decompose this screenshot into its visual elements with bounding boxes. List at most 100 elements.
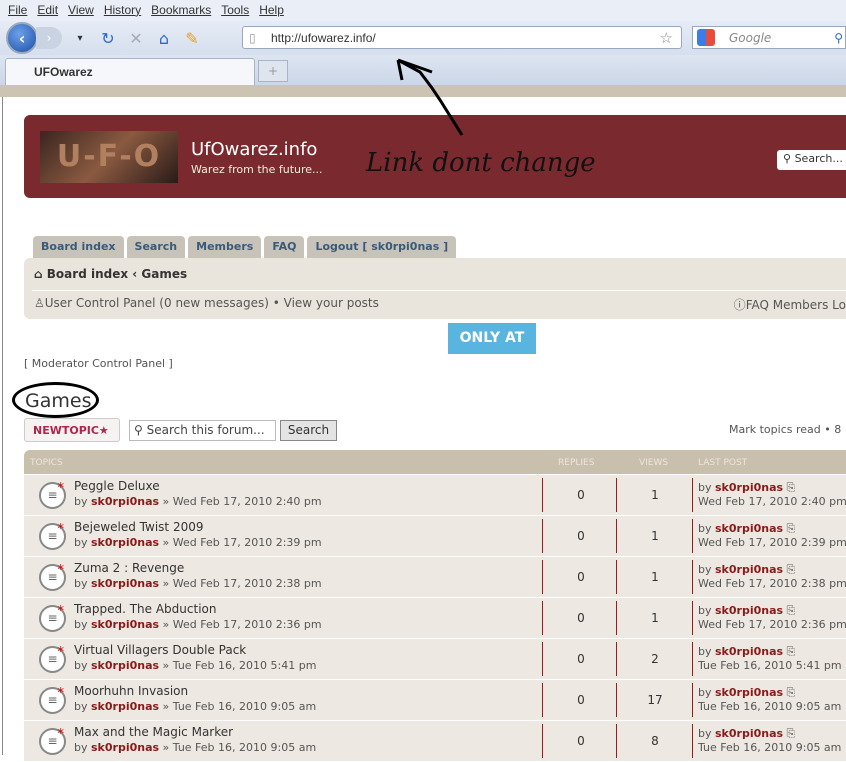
topic-date: » Wed Feb 17, 2010 2:40 pm (162, 495, 322, 508)
annotation-arrow (396, 58, 464, 136)
site-logo[interactable]: U-F-O (40, 131, 178, 183)
author-link[interactable]: sk0rpi0nas (91, 659, 159, 672)
author-link[interactable]: sk0rpi0nas (91, 741, 159, 754)
home-icon[interactable]: ⌂ (154, 29, 174, 48)
last-post-author-link[interactable]: sk0rpi0nas (715, 481, 783, 494)
forum-search-button[interactable]: Search (280, 420, 337, 441)
last-post-author-link[interactable]: sk0rpi0nas (715, 645, 783, 658)
breadcrumb-panel: ⌂ Board index ‹ Games ♙User Control Pane… (24, 258, 846, 319)
last-post-author-link[interactable]: sk0rpi0nas (715, 522, 783, 535)
new-topic-button[interactable]: NEWTOPIC★ (24, 418, 120, 442)
table-row: ≡ Moorhuhn Invasion by sk0rpi0nas » Tue … (24, 680, 846, 721)
forward-button[interactable]: › (36, 27, 62, 49)
topic-title-link[interactable]: Zuma 2 : Revenge (74, 561, 184, 575)
topic-title-link[interactable]: Bejeweled Twist 2009 (74, 520, 203, 534)
topic-title-link[interactable]: Trapped. The Abduction (74, 602, 216, 616)
menu-bookmarks[interactable]: Bookmarks (151, 3, 211, 18)
menu-history[interactable]: History (104, 3, 141, 18)
menu-tools[interactable]: Tools (221, 3, 249, 18)
history-dropdown-icon[interactable]: ▾ (70, 33, 90, 44)
last-post-date: Tue Feb 16, 2010 5:41 pm (698, 659, 842, 672)
view-latest-post-icon[interactable]: ⎘ (787, 604, 796, 617)
browser-tab[interactable]: UFOwarez (5, 58, 255, 85)
topic-title-link[interactable]: Virtual Villagers Double Pack (74, 643, 246, 657)
menu-view[interactable]: View (68, 3, 94, 18)
moderator-control-panel-link[interactable]: [ Moderator Control Panel ] (24, 357, 173, 370)
last-post-date: Wed Feb 17, 2010 2:39 pm (698, 536, 846, 549)
user-control-links[interactable]: ♙User Control Panel (0 new messages) • V… (34, 296, 379, 310)
pencil-icon[interactable]: ✎ (182, 29, 202, 48)
col-topics: TOPICS (30, 458, 63, 468)
topic-title-link[interactable]: Peggle Deluxe (74, 479, 160, 493)
url-text: http://ufowarez.info/ (271, 30, 376, 45)
replies-count: 0 (577, 570, 585, 584)
author-link[interactable]: sk0rpi0nas (91, 577, 159, 590)
author-link[interactable]: sk0rpi0nas (91, 495, 159, 508)
last-post-author-link[interactable]: sk0rpi0nas (715, 686, 783, 699)
search-icon: ⚲ (134, 423, 147, 437)
user-links-text: User Control Panel (0 new messages) • Vi… (44, 296, 379, 310)
view-latest-post-icon[interactable]: ⎘ (787, 645, 796, 658)
site-title[interactable]: UfOwarez.info (191, 139, 317, 160)
view-latest-post-icon[interactable]: ⎘ (787, 563, 796, 576)
user-icon: ♙ (34, 296, 45, 310)
topic-byline: by sk0rpi0nas » Wed Feb 17, 2010 2:39 pm (74, 536, 322, 549)
last-post-author-link[interactable]: sk0rpi0nas (715, 727, 783, 740)
faq-icon: ⓘ (733, 298, 746, 312)
menu-file[interactable]: File (8, 3, 27, 18)
tab-logout[interactable]: Logout [ sk0rpi0nas ] (307, 236, 457, 258)
table-row: ≡ Virtual Villagers Double Pack by sk0rp… (24, 639, 846, 680)
divider (32, 290, 846, 291)
last-post-author-link[interactable]: sk0rpi0nas (715, 604, 783, 617)
menu-bar: File Edit View History Bookmarks Tools H… (0, 0, 846, 21)
search-engine-box[interactable]: Google ⚲ (692, 26, 846, 49)
forum-search-placeholder: Search this forum... (146, 423, 265, 437)
tab-faq[interactable]: FAQ (264, 236, 305, 258)
author-link[interactable]: sk0rpi0nas (91, 536, 159, 549)
stop-icon[interactable]: ✕ (126, 29, 146, 48)
views-count: 8 (651, 734, 659, 748)
author-link[interactable]: sk0rpi0nas (91, 700, 159, 713)
view-latest-post-icon[interactable]: ⎘ (787, 686, 796, 699)
replies-count: 0 (577, 652, 585, 666)
topic-unread-icon: ≡ (39, 724, 66, 755)
search-placeholder: Google (729, 30, 772, 45)
url-bar[interactable]: ▯ http://ufowarez.info/ ☆ (242, 26, 682, 49)
topic-title-link[interactable]: Moorhuhn Invasion (74, 684, 188, 698)
last-post-author-link[interactable]: sk0rpi0nas (715, 563, 783, 576)
back-button[interactable]: ‹ (6, 22, 38, 54)
author-link[interactable]: sk0rpi0nas (91, 618, 159, 631)
tab-board-index[interactable]: Board index (33, 236, 124, 258)
view-latest-post-icon[interactable]: ⎘ (787, 522, 796, 535)
annotation-text: Link dont change (366, 148, 596, 178)
divider (542, 642, 543, 676)
divider (542, 601, 543, 635)
table-row: ≡ Bejeweled Twist 2009 by sk0rpi0nas » W… (24, 516, 846, 557)
tab-search[interactable]: Search (126, 236, 186, 258)
topic-byline: by sk0rpi0nas » Tue Feb 16, 2010 9:05 am (74, 741, 317, 754)
quick-links[interactable]: ⓘFAQ Members Lo (734, 296, 846, 313)
new-tab-button[interactable]: + (258, 60, 288, 82)
replies-count: 0 (577, 734, 585, 748)
view-latest-post-icon[interactable]: ⎘ (787, 481, 796, 494)
view-latest-post-icon[interactable]: ⎘ (787, 727, 796, 740)
last-post: by sk0rpi0nas ⎘ Wed Feb 17, 2010 2:40 pm (698, 481, 846, 508)
mark-topics-read-link[interactable]: Mark topics read • 8 (729, 423, 841, 436)
breadcrumb[interactable]: ⌂ Board index ‹ Games (34, 267, 187, 281)
last-post: by sk0rpi0nas ⎘ Tue Feb 16, 2010 9:05 am (698, 727, 842, 754)
forum-search-input[interactable]: ⚲ Search this forum... (129, 420, 276, 441)
search-icon[interactable]: ⚲ (834, 31, 843, 45)
bookmark-star-icon[interactable]: ☆ (660, 29, 673, 47)
tab-members[interactable]: Members (188, 236, 262, 258)
topic-title-link[interactable]: Max and the Magic Marker (74, 725, 233, 739)
board-search-input[interactable]: ⚲ Search... (777, 150, 846, 170)
divider (692, 724, 693, 758)
only-at-banner[interactable]: ONLY AT (448, 323, 536, 354)
menu-help[interactable]: Help (259, 3, 284, 18)
reload-icon[interactable]: ↻ (98, 29, 118, 48)
topic-unread-icon: ≡ (39, 560, 66, 591)
topic-unread-icon: ≡ (39, 601, 66, 632)
menu-edit[interactable]: Edit (37, 3, 58, 18)
topic-unread-icon: ≡ (39, 519, 66, 550)
table-row: ≡ Max and the Magic Marker by sk0rpi0nas… (24, 721, 846, 762)
